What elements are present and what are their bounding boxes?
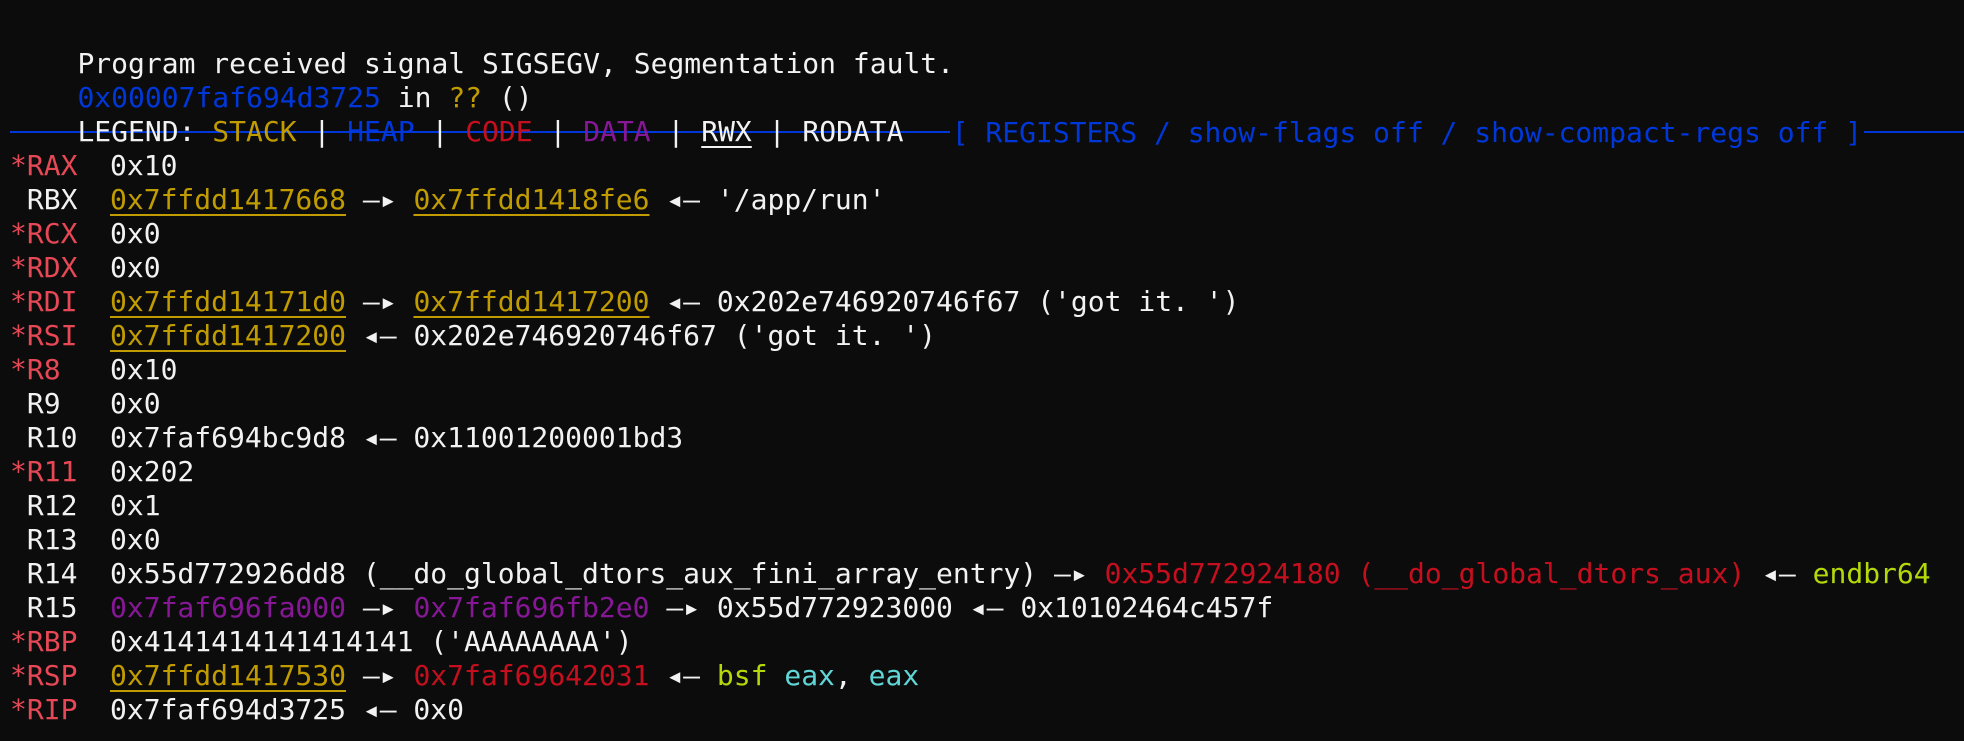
- register-value-part: 0x7faf69642031: [413, 659, 650, 692]
- register-value-part: 0x0: [110, 523, 161, 556]
- register-value-part: 0x7ffdd1417200: [110, 319, 347, 352]
- register-row: *RAX 0x10: [10, 149, 1964, 183]
- register-name: *RSI: [10, 319, 78, 352]
- register-value-part: 0x7ffdd14171d0: [110, 285, 347, 318]
- legend-rodata: RODATA: [802, 115, 904, 148]
- register-list: *RAX 0x10 RBX 0x7ffdd1417668 —▸ 0x7ffdd141…: [10, 149, 1964, 727]
- legend-heap: HEAP: [347, 115, 415, 148]
- register-name: *RDI: [10, 285, 78, 318]
- register-value-part: 0x55d772926dd8 (__do_global_dtors_aux_fi…: [110, 557, 1105, 590]
- terminal-window[interactable]: Program received signal SIGSEGV, Segment…: [0, 0, 1964, 727]
- legend-sep: |: [650, 115, 702, 148]
- register-name: R12: [10, 489, 78, 522]
- register-name: *RIP: [10, 693, 78, 726]
- register-value-part: 0x0: [110, 217, 161, 250]
- register-row: R9 0x0: [10, 387, 1964, 421]
- register-row: *RCX 0x0: [10, 217, 1964, 251]
- register-row: R15 0x7faf696fa000 —▸ 0x7faf696fb2e0 —▸ 0…: [10, 591, 1964, 625]
- register-value-part: 0x7faf696fb2e0: [413, 591, 650, 624]
- register-name: *R11: [10, 455, 78, 488]
- register-value-part: 0x7ffdd1417200: [413, 285, 650, 318]
- register-value-part: 0x10: [110, 149, 178, 182]
- register-value-part: ,: [834, 659, 869, 692]
- register-row: RBX 0x7ffdd1417668 —▸ 0x7ffdd1418fe6 ◂— '…: [10, 183, 1964, 217]
- legend-code: CODE: [465, 115, 533, 148]
- register-row: *RDX 0x0: [10, 251, 1964, 285]
- register-value-part: endbr64: [1812, 557, 1931, 590]
- legend-data: DATA: [583, 115, 651, 148]
- register-row: R13 0x0: [10, 523, 1964, 557]
- register-value-part: 0x4141414141414141 ('AAAAAAAA'): [110, 625, 633, 658]
- register-row: R14 0x55d772926dd8 (__do_global_dtors_aux…: [10, 557, 1964, 591]
- banner-rule-right: [1864, 131, 1964, 133]
- register-value-part: 0x10: [110, 353, 178, 386]
- signal-message: Program received signal SIGSEGV, Segment…: [10, 13, 1964, 80]
- register-value-part: 0x202: [110, 455, 195, 488]
- register-name: R10: [10, 421, 78, 454]
- register-value-part: 0x7faf694d3725 ◂— 0x0: [110, 693, 465, 726]
- register-row: R10 0x7faf694bc9d8 ◂— 0x11001200001bd3: [10, 421, 1964, 455]
- legend-sep: |: [532, 115, 584, 148]
- register-name: *RDX: [10, 251, 78, 284]
- register-name: *R8: [10, 353, 61, 386]
- legend-sep: |: [296, 115, 348, 148]
- program-counter-line: 0x00007faf694d3725 in ?? (): [10, 47, 1964, 114]
- register-value-part: 0x7faf696fa000: [110, 591, 347, 624]
- register-value-part: —▸: [346, 659, 414, 692]
- register-value-part: ◂— 0x202e746920746f67 ('got it. '): [649, 285, 1240, 318]
- register-row: *R11 0x202: [10, 455, 1964, 489]
- register-row: R12 0x1: [10, 489, 1964, 523]
- register-row: *RSI 0x7ffdd1417200 ◂— 0x202e746920746f67…: [10, 319, 1964, 353]
- register-name: R14: [10, 557, 78, 590]
- register-value-part: —▸: [346, 183, 414, 216]
- register-name: R15: [10, 591, 78, 624]
- register-value-part: ◂— '/app/run': [649, 183, 886, 216]
- legend-sep: |: [414, 115, 466, 148]
- register-value-part: 0x1: [110, 489, 161, 522]
- register-name: *RSP: [10, 659, 78, 692]
- legend-rwx: RWX: [701, 115, 752, 148]
- register-value-part: ◂—: [649, 659, 717, 692]
- register-row: *RSP 0x7ffdd1417530 —▸ 0x7faf69642031 ◂— …: [10, 659, 1964, 693]
- register-value-part: eax: [868, 659, 920, 692]
- register-value-part: 0x0: [110, 387, 161, 420]
- register-row: *RDI 0x7ffdd14171d0 —▸ 0x7ffdd1417200 ◂— …: [10, 285, 1964, 319]
- register-name: *RCX: [10, 217, 78, 250]
- register-value-part: —▸: [346, 591, 414, 624]
- register-value-part: 0x7ffdd1417530: [110, 659, 347, 692]
- register-name: RBX: [10, 183, 78, 216]
- register-row: *R8 0x10: [10, 353, 1964, 387]
- register-value-part: bsf: [716, 659, 768, 692]
- legend-stack: STACK: [212, 115, 297, 148]
- legend-label: LEGEND:: [77, 115, 213, 148]
- banner-title: [ REGISTERS / show-flags off / show-comp…: [951, 115, 1862, 149]
- register-row: *RBP 0x4141414141414141 ('AAAAAAAA'): [10, 625, 1964, 659]
- register-value-part: [767, 659, 784, 692]
- register-value-part: 0x0: [110, 251, 161, 284]
- register-value-part: ◂—: [1745, 557, 1813, 590]
- register-value-part: eax: [784, 659, 835, 692]
- register-value-part: ◂— 0x202e746920746f67 ('got it. '): [346, 319, 937, 352]
- register-value-part: 0x7ffdd1417668: [110, 183, 347, 216]
- legend-sep: |: [751, 115, 803, 148]
- register-value-part: 0x55d772924180 (__do_global_dtors_aux): [1104, 557, 1746, 590]
- register-value-part: 0x7faf694bc9d8 ◂— 0x11001200001bd3: [110, 421, 684, 454]
- register-name: R13: [10, 523, 78, 556]
- register-name: R9: [10, 387, 61, 420]
- register-row: *RIP 0x7faf694d3725 ◂— 0x0: [10, 693, 1964, 727]
- register-name: *RBP: [10, 625, 78, 658]
- legend-line: LEGEND: STACK | HEAP | CODE | DATA | RWX…: [10, 81, 1964, 148]
- register-value-part: —▸: [346, 285, 414, 318]
- register-value-part: 0x7ffdd1418fe6: [413, 183, 650, 216]
- register-value-part: —▸ 0x55d772923000 ◂— 0x10102464c457f: [649, 591, 1274, 624]
